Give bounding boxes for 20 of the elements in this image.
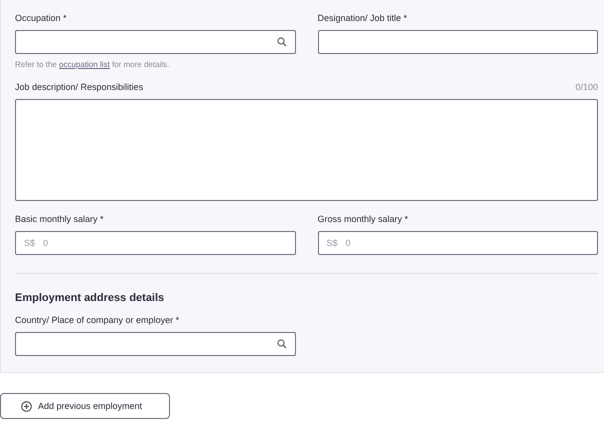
field-label: Country/ Place of company or employer * bbox=[15, 315, 180, 325]
add-previous-employment-button[interactable]: Add previous employment bbox=[0, 393, 170, 419]
field-label: Occupation * bbox=[15, 13, 67, 23]
section-heading: Employment address details bbox=[15, 292, 166, 304]
occupation-list-link[interactable]: occupation list bbox=[59, 60, 110, 69]
field-label: Basic monthly salary * bbox=[15, 214, 104, 224]
field-label: Designation/ Job title * bbox=[318, 13, 408, 23]
search-icon bbox=[276, 339, 286, 349]
input-field[interactable]: S$ 0 bbox=[318, 231, 598, 255]
helper-text: Refer to the occupation list for more details. bbox=[15, 60, 170, 69]
input-field[interactable] bbox=[318, 30, 598, 54]
text-area[interactable] bbox=[15, 99, 598, 201]
input-field[interactable]: S$ 0 bbox=[15, 231, 296, 255]
field-label: Gross monthly salary * bbox=[318, 214, 408, 224]
character-counter: 0/100 bbox=[575, 82, 598, 92]
field-label: Job description/ Responsibilities bbox=[15, 82, 144, 92]
search-field[interactable] bbox=[15, 332, 296, 356]
plus-circle-icon bbox=[21, 400, 32, 412]
search-field[interactable] bbox=[15, 30, 296, 54]
search-icon bbox=[276, 37, 286, 47]
